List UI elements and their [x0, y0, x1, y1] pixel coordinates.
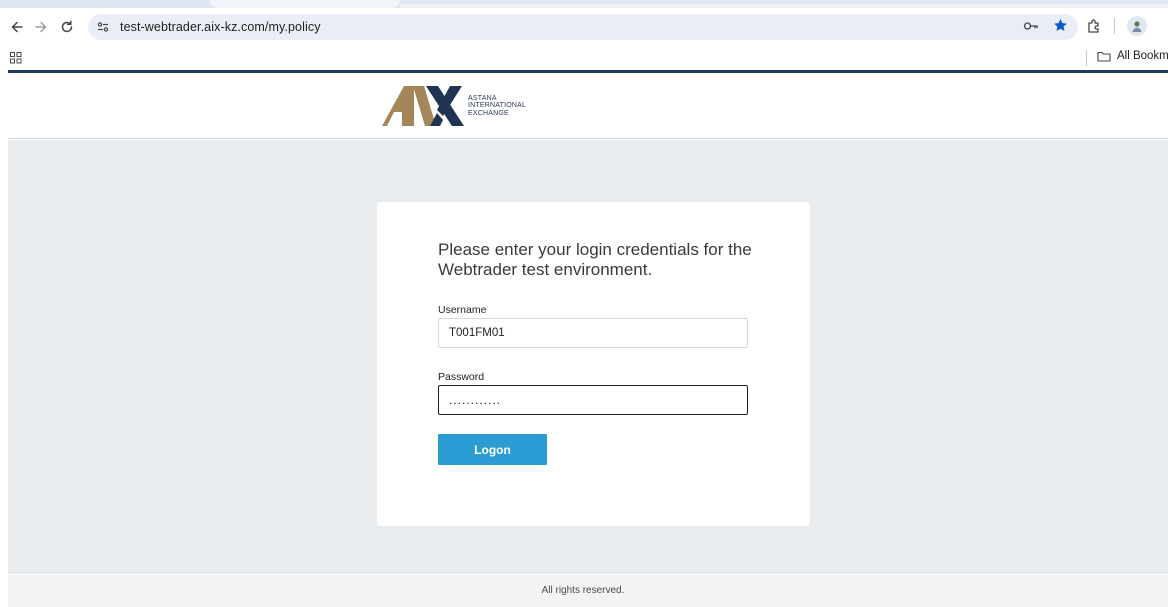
logo-line-1: ASTANA	[468, 94, 497, 102]
back-button[interactable]	[6, 16, 28, 38]
bookmarks-separator	[1086, 50, 1087, 66]
forward-button[interactable]	[30, 16, 52, 38]
tune-icon	[97, 22, 109, 32]
logo-text: ASTANA INTERNATIONAL EXCHANGE	[468, 95, 526, 118]
logo-line-3: EXCHANGE	[468, 109, 509, 117]
all-bookmarks-button[interactable]: All Bookmarks	[1097, 50, 1168, 62]
reload-icon	[61, 20, 73, 33]
logo-line-2: INTERNATIONAL	[468, 102, 527, 110]
browser-tab[interactable]	[210, 0, 400, 8]
content-area: Please enter your login credentials for …	[8, 140, 1168, 572]
bookmarks-bar: All Bookmarks	[0, 46, 1168, 70]
password-label: Password	[438, 371, 485, 383]
all-bookmarks-label: All Bookmarks	[1117, 50, 1168, 62]
url-text[interactable]: test-webtrader.aix-kz.com/my.policy	[120, 20, 321, 34]
browser-toolbar: test-webtrader.aix-kz.com/my.policy	[0, 8, 1168, 46]
address-bar[interactable]: test-webtrader.aix-kz.com/my.policy	[88, 14, 1078, 40]
username-label: Username	[438, 304, 487, 316]
key-icon[interactable]	[1023, 20, 1039, 32]
page-footer: All rights reserved.	[8, 572, 1168, 607]
reload-button[interactable]	[56, 16, 78, 38]
folder-icon	[1097, 51, 1111, 62]
profile-icon	[1132, 21, 1142, 32]
profile-avatar[interactable]	[1127, 16, 1147, 36]
arrow-left-icon	[11, 21, 23, 33]
site-header: ASTANA INTERNATIONAL EXCHANGE	[8, 73, 1168, 139]
logon-button[interactable]: Logon	[438, 434, 547, 465]
site-info-button[interactable]	[94, 18, 112, 36]
arrow-right-icon	[35, 21, 47, 33]
page: ASTANA INTERNATIONAL EXCHANGE Please ent…	[0, 70, 1168, 607]
tab-strip	[0, 0, 1168, 8]
apps-grid-icon[interactable]	[10, 52, 22, 64]
password-input[interactable]	[438, 385, 748, 415]
login-card: Please enter your login credentials for …	[377, 202, 810, 526]
login-heading: Please enter your login credentials for …	[438, 240, 752, 279]
aix-logo-mark	[382, 86, 464, 126]
toolbar-separator	[1114, 18, 1115, 34]
footer-text: All rights reserved.	[541, 584, 625, 596]
star-icon[interactable]	[1053, 18, 1068, 33]
username-input[interactable]	[438, 318, 748, 348]
extensions-icon[interactable]	[1086, 18, 1102, 34]
aix-logo[interactable]: ASTANA INTERNATIONAL EXCHANGE	[382, 86, 526, 126]
